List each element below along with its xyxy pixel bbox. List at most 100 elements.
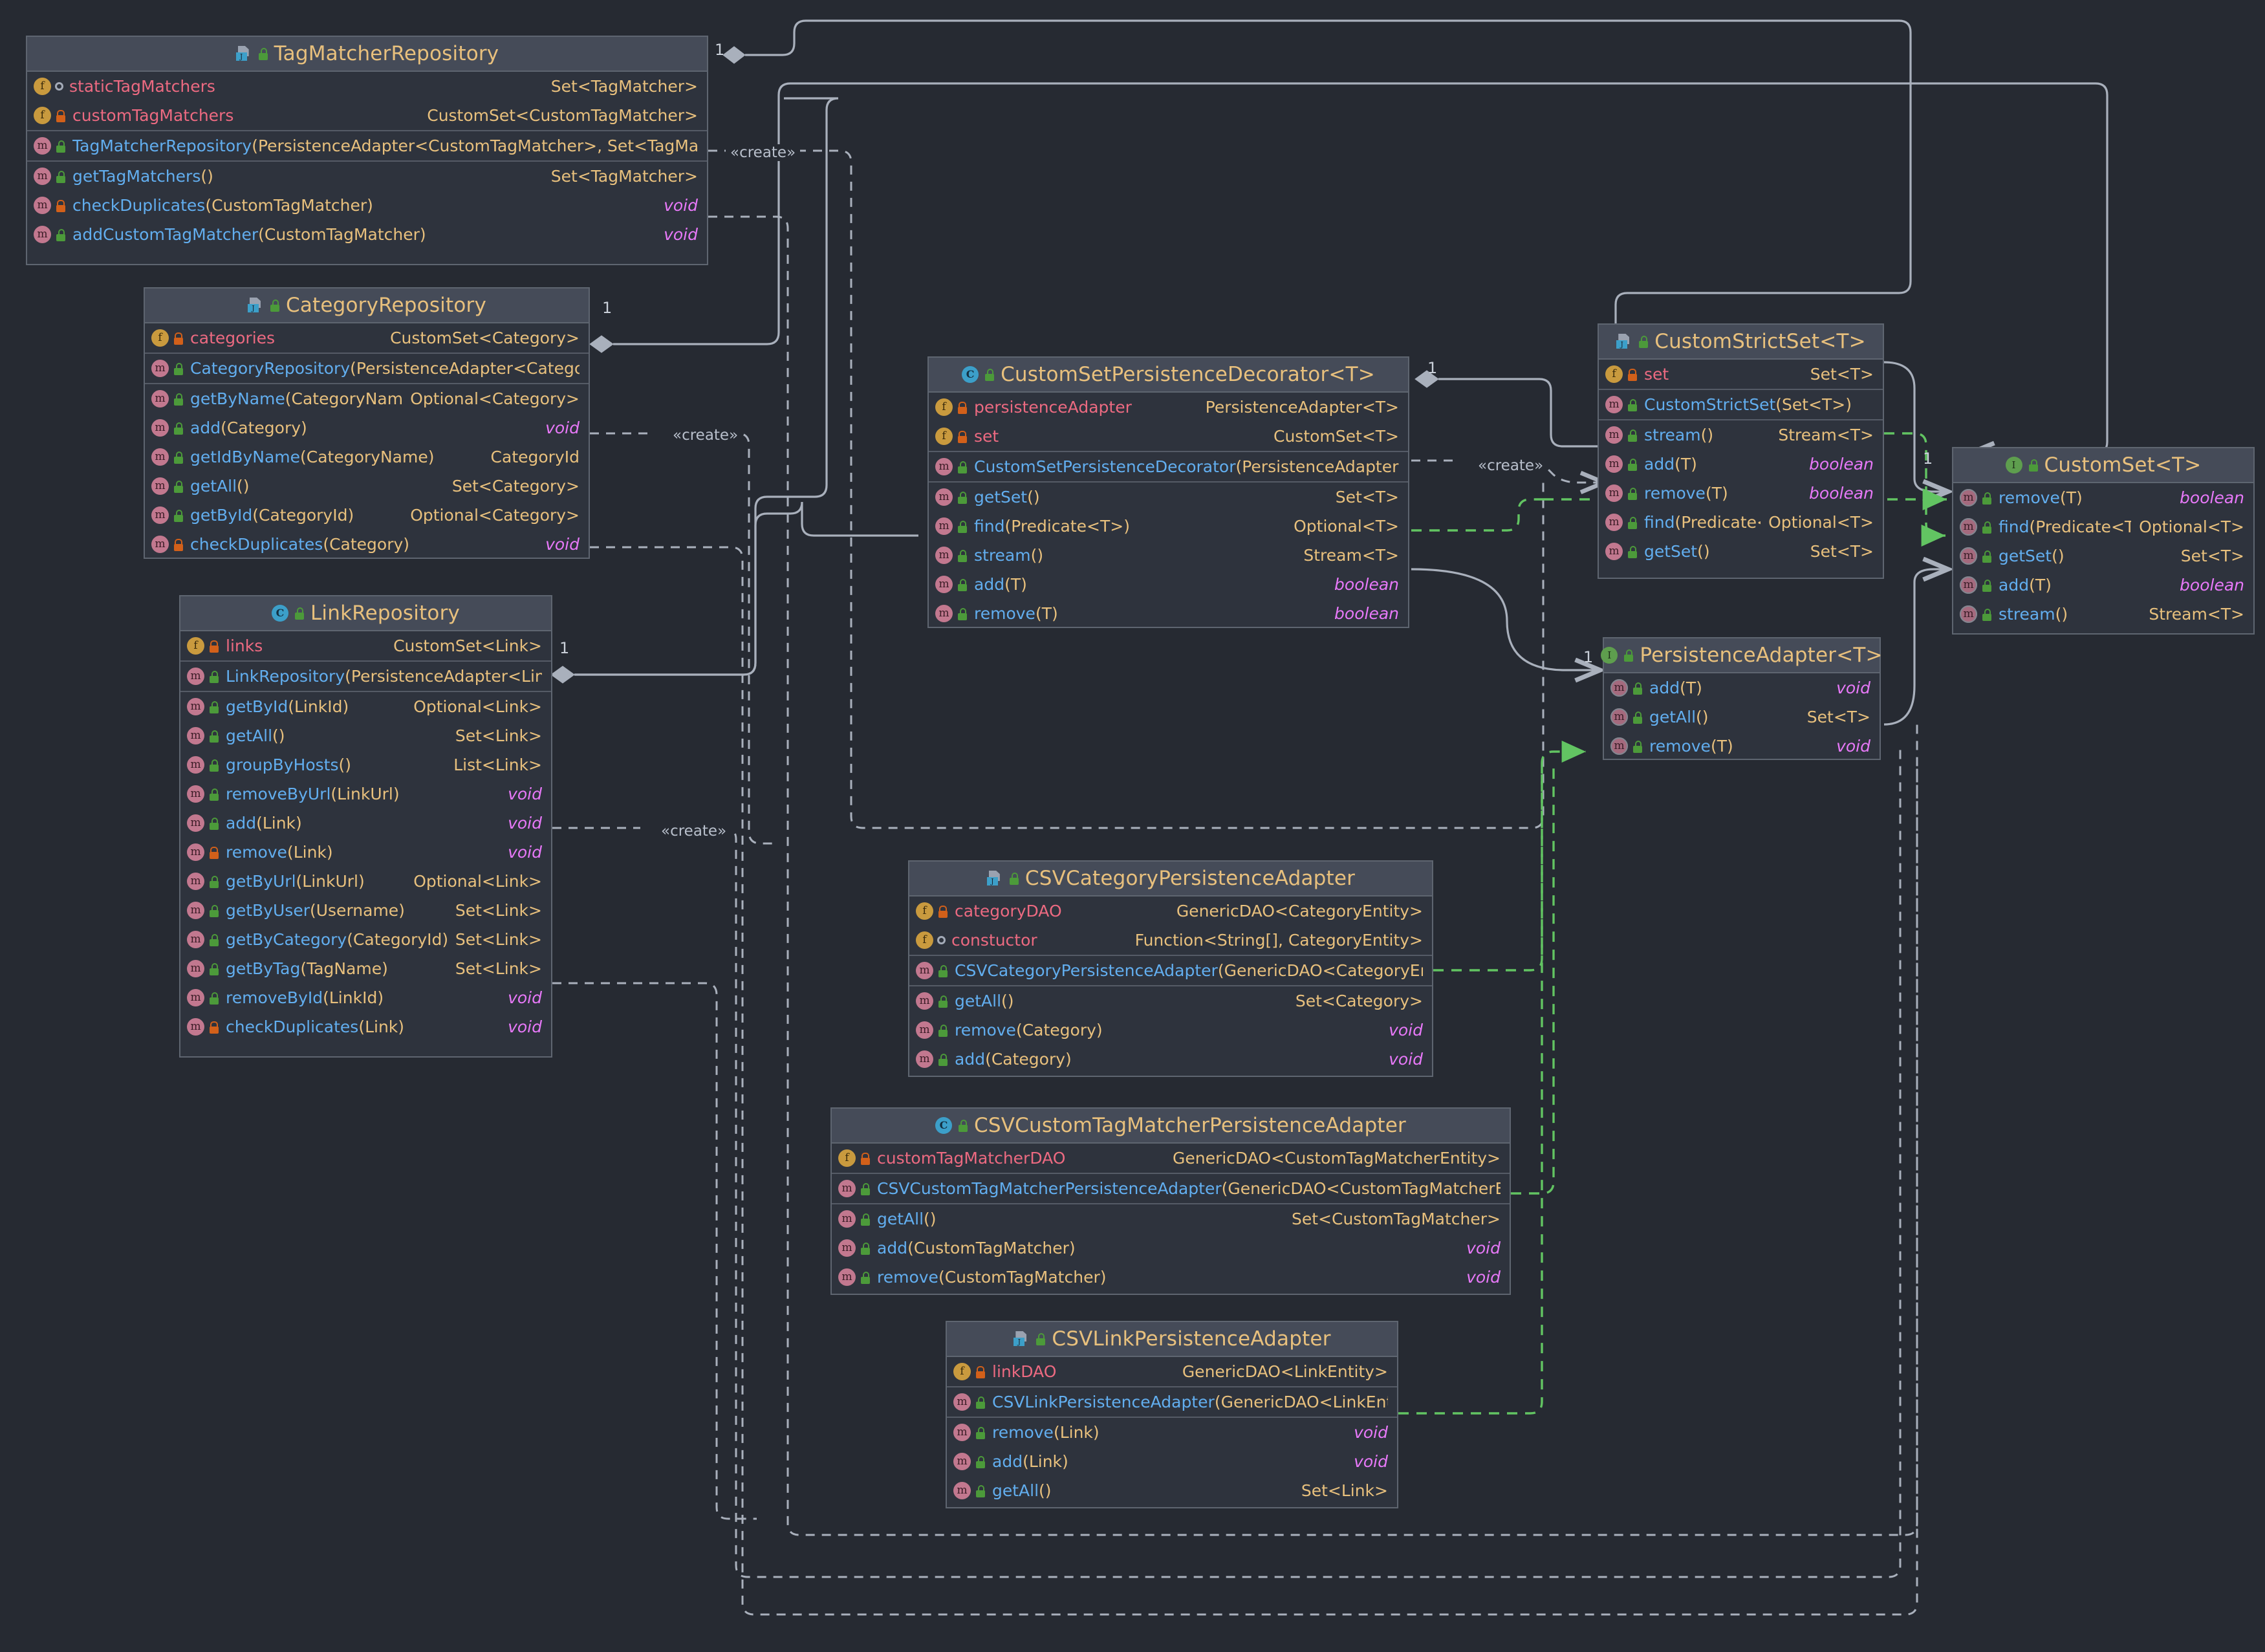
method-row[interactable]: m find(Predicate<T>) Optional<T>: [1953, 512, 2253, 541]
private-lock-icon: [55, 109, 67, 122]
public-lock-icon: [1627, 487, 1638, 500]
method-row[interactable]: m CategoryRepository(PersistenceAdapter<C…: [145, 354, 589, 383]
method-row[interactable]: m getSet() Set<T>: [1953, 541, 2253, 571]
method-row[interactable]: m getByCategory(CategoryId) Set<Link>: [180, 925, 551, 954]
method-row[interactable]: m remove(T) void: [1604, 732, 1880, 761]
field-row[interactable]: f categoryDAO GenericDAO<CategoryEntity>: [909, 897, 1432, 926]
class-icon: C: [935, 1117, 953, 1134]
class-section: m stream() Stream<T> m add(T) boolean m remove(…: [1599, 420, 1883, 566]
method-row[interactable]: m add(Link) void: [180, 809, 551, 838]
member-name: find: [1644, 513, 1675, 532]
method-row[interactable]: m add(Link) void: [947, 1447, 1397, 1476]
uml-class-CategoryRepository[interactable]: J CategoryRepository f categories CustomSet<…: [144, 287, 590, 559]
public-lock-icon: [1981, 550, 1993, 563]
member-name: remove: [1999, 488, 2060, 507]
member-signature: customTagMatchers: [72, 106, 419, 125]
method-row[interactable]: m remove(Link) void: [180, 838, 551, 867]
field-row[interactable]: f customTagMatcherDAO GenericDAO<CustomTag…: [832, 1144, 1510, 1173]
uml-class-CustomSet[interactable]: I CustomSet<T> m remove(T) boolean m find(Pred…: [1952, 447, 2255, 635]
method-row[interactable]: m add(CustomTagMatcher) void: [832, 1234, 1510, 1263]
class-section: m remove(Link) void m add(Link) void m getAll()…: [947, 1418, 1397, 1505]
method-row[interactable]: m removeByUrl(LinkUrl) void: [180, 779, 551, 809]
class-header: C CustomSetPersistenceDecorator<T>: [929, 358, 1408, 393]
method-row[interactable]: m remove(Category) void: [909, 1016, 1432, 1045]
uml-class-LinkRepository[interactable]: C LinkRepository f links CustomSet<Link> m Lin…: [179, 595, 552, 1058]
member-type: Set<Link>: [1301, 1481, 1388, 1500]
method-row[interactable]: m removeById(LinkId) void: [180, 983, 551, 1012]
method-row[interactable]: m add(Category) void: [145, 413, 589, 442]
method-row[interactable]: m getAll() Set<Link>: [947, 1476, 1397, 1505]
field-row[interactable]: f links CustomSet<Link>: [180, 631, 551, 660]
method-row[interactable]: m remove(T) boolean: [1599, 479, 1883, 508]
method-row[interactable]: m LinkRepository(PersistenceAdapter<Link>…: [180, 662, 551, 691]
method-row[interactable]: m checkDuplicates(Link) void: [180, 1012, 551, 1041]
uml-class-CustomSetPersistenceDecorator[interactable]: C CustomSetPersistenceDecorator<T> f persis…: [927, 356, 1409, 628]
uml-class-CSVCustomTagMatcherPersistenceAdapter[interactable]: C CSVCustomTagMatcherPersistenceAdapter f c…: [830, 1107, 1511, 1295]
method-row[interactable]: m getAll() Set<T>: [1604, 702, 1880, 732]
field-row[interactable]: f set CustomSet<T>: [929, 422, 1408, 451]
method-row[interactable]: m checkDuplicates(CustomTagMatcher) void: [27, 191, 707, 220]
method-row[interactable]: m remove(T) boolean: [929, 599, 1408, 628]
method-row[interactable]: m remove(T) boolean: [1953, 483, 2253, 512]
method-row[interactable]: m getByName(CategoryName) Optional<Categor…: [145, 384, 589, 413]
method-row[interactable]: m add(T) boolean: [1953, 571, 2253, 600]
method-row[interactable]: m add(Category) void: [909, 1045, 1432, 1074]
uml-class-PersistenceAdapter[interactable]: I PersistenceAdapter<T> m add(T) void m getAll…: [1601, 637, 1883, 761]
uml-class-TagMatcherRepository[interactable]: J TagMatcherRepository f staticTagMatchers S…: [26, 36, 708, 265]
method-row[interactable]: m getByTag(TagName) Set<Link>: [180, 954, 551, 983]
uml-class-CSVLinkPersistenceAdapter[interactable]: J CSVLinkPersistenceAdapter f linkDAO Generi…: [946, 1321, 1398, 1508]
method-row[interactable]: m CSVCategoryPersistenceAdapter(GenericDA…: [909, 956, 1432, 985]
field-row[interactable]: f linkDAO GenericDAO<LinkEntity>: [947, 1357, 1397, 1386]
method-row[interactable]: m stream() Stream<T>: [1599, 420, 1883, 450]
field-row[interactable]: f persistenceAdapter PersistenceAdapter<T>: [929, 393, 1408, 422]
method-row[interactable]: m CSVLinkPersistenceAdapter(GenericDAO<Li…: [947, 1387, 1397, 1417]
method-row[interactable]: m CSVCustomTagMatcherPersistenceAdapter(G…: [832, 1174, 1510, 1203]
member-icons: m: [953, 1424, 986, 1441]
method-row[interactable]: m TagMatcherRepository(PersistenceAdapter…: [27, 131, 707, 160]
method-row[interactable]: m CustomStrictSet(Set<T>): [1599, 390, 1883, 419]
method-row[interactable]: m getTagMatchers() Set<TagMatcher>: [27, 162, 707, 191]
method-row[interactable]: m checkDuplicates(Category) void: [145, 530, 589, 559]
method-row[interactable]: m CustomSetPersistenceDecorator(Persisten…: [929, 452, 1408, 481]
member-name: CustomStrictSet: [1644, 395, 1776, 414]
method-row[interactable]: m getSet() Set<T>: [1599, 537, 1883, 566]
uml-class-CustomStrictSet[interactable]: J CustomStrictSet<T> f set Set<T> m CustomStri…: [1598, 323, 1884, 579]
public-lock-icon: [975, 1426, 986, 1439]
method-row[interactable]: m add(T) void: [1604, 673, 1880, 702]
method-row[interactable]: m getById(CategoryId) Optional<Category>: [145, 501, 589, 530]
method-row[interactable]: m addCustomTagMatcher(CustomTagMatcher) vo…: [27, 220, 707, 249]
class-header: J TagMatcherRepository: [27, 37, 707, 72]
field-row[interactable]: f customTagMatchers CustomSet<CustomTagMat…: [27, 101, 707, 130]
method-row[interactable]: m find(Predicate<T>) Optional<T>: [1599, 508, 1883, 537]
method-row[interactable]: m add(T) boolean: [1599, 450, 1883, 479]
method-row[interactable]: m getByUrl(LinkUrl) Optional<Link>: [180, 867, 551, 896]
method-row[interactable]: m getSet() Set<T>: [929, 483, 1408, 512]
member-icons: m: [838, 1210, 871, 1228]
method-icon: m: [1605, 514, 1623, 531]
method-row[interactable]: m remove(CustomTagMatcher) void: [832, 1263, 1510, 1292]
field-row[interactable]: f categories CustomSet<Category>: [145, 323, 589, 353]
member-icons: m: [1610, 737, 1643, 755]
method-row[interactable]: m stream() Stream<T>: [929, 541, 1408, 570]
method-row[interactable]: m getById(LinkId) Optional<Link>: [180, 692, 551, 721]
member-icons: m: [1960, 518, 1993, 536]
method-row[interactable]: m groupByHosts() List<Link>: [180, 750, 551, 779]
method-row[interactable]: m getAll() Set<Category>: [145, 472, 589, 501]
method-row[interactable]: m getAll() Set<Link>: [180, 721, 551, 750]
member-name: TagMatcherRepository: [72, 136, 252, 155]
method-row[interactable]: m stream() Stream<T>: [1953, 600, 2253, 629]
uml-class-CSVCategoryPersistenceAdapter[interactable]: J CSVCategoryPersistenceAdapter f categoryD…: [908, 860, 1433, 1077]
method-row[interactable]: m getAll() Set<Category>: [909, 986, 1432, 1016]
method-row[interactable]: m getAll() Set<CustomTagMatcher>: [832, 1204, 1510, 1234]
method-row[interactable]: m getIdByName(CategoryName) CategoryId: [145, 442, 589, 472]
field-row[interactable]: f constuctor Function<String[], CategoryEn…: [909, 926, 1432, 955]
method-icon: m: [916, 1021, 933, 1039]
field-row[interactable]: f set Set<T>: [1599, 360, 1883, 389]
member-icons: m: [935, 488, 968, 506]
method-row[interactable]: m getByUser(Username) Set<Link>: [180, 896, 551, 925]
method-row[interactable]: m remove(Link) void: [947, 1418, 1397, 1447]
multiplicity-label: 1: [715, 41, 725, 59]
method-row[interactable]: m find(Predicate<T>) Optional<T>: [929, 512, 1408, 541]
field-row[interactable]: f staticTagMatchers Set<TagMatcher>: [27, 72, 707, 101]
method-row[interactable]: m add(T) boolean: [929, 570, 1408, 599]
